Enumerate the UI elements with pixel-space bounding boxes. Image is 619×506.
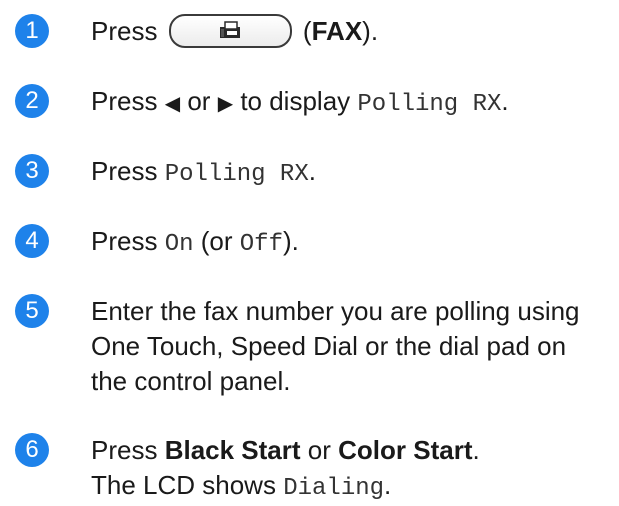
step-number: 3	[15, 154, 49, 188]
step-text: Press Black Start or Color Start. The LC…	[91, 435, 480, 502]
step-number: 5	[15, 294, 49, 328]
lcd-on-text: On	[164, 231, 194, 258]
step-text: Press Polling RX.	[91, 156, 316, 188]
fax-button[interactable]	[168, 14, 292, 49]
lcd-menu-text: Polling RX	[164, 161, 309, 188]
fax-key-label: FAX	[311, 16, 363, 46]
step-number: 1	[15, 14, 49, 48]
press-label: Press	[91, 16, 158, 46]
step-text: Press (FAX).	[91, 14, 609, 50]
step-text: Press ◀ or ▶ to display Polling RX.	[91, 86, 509, 118]
left-arrow-icon: ◀	[164, 93, 181, 115]
step-number: 4	[15, 224, 49, 258]
step-text: Press On (or Off).	[91, 226, 299, 258]
step-number: 6	[15, 433, 49, 467]
step-number: 2	[15, 84, 49, 118]
lcd-menu-text: Polling RX	[357, 91, 502, 118]
right-arrow-icon: ▶	[217, 93, 234, 115]
step-text: Enter the fax number you are polling usi…	[91, 296, 580, 396]
color-start-label: Color Start	[338, 435, 473, 465]
lcd-dialing-text: Dialing	[283, 475, 385, 502]
black-start-label: Black Start	[164, 435, 301, 465]
fax-icon	[219, 21, 240, 39]
lcd-off-text: Off	[239, 231, 283, 258]
